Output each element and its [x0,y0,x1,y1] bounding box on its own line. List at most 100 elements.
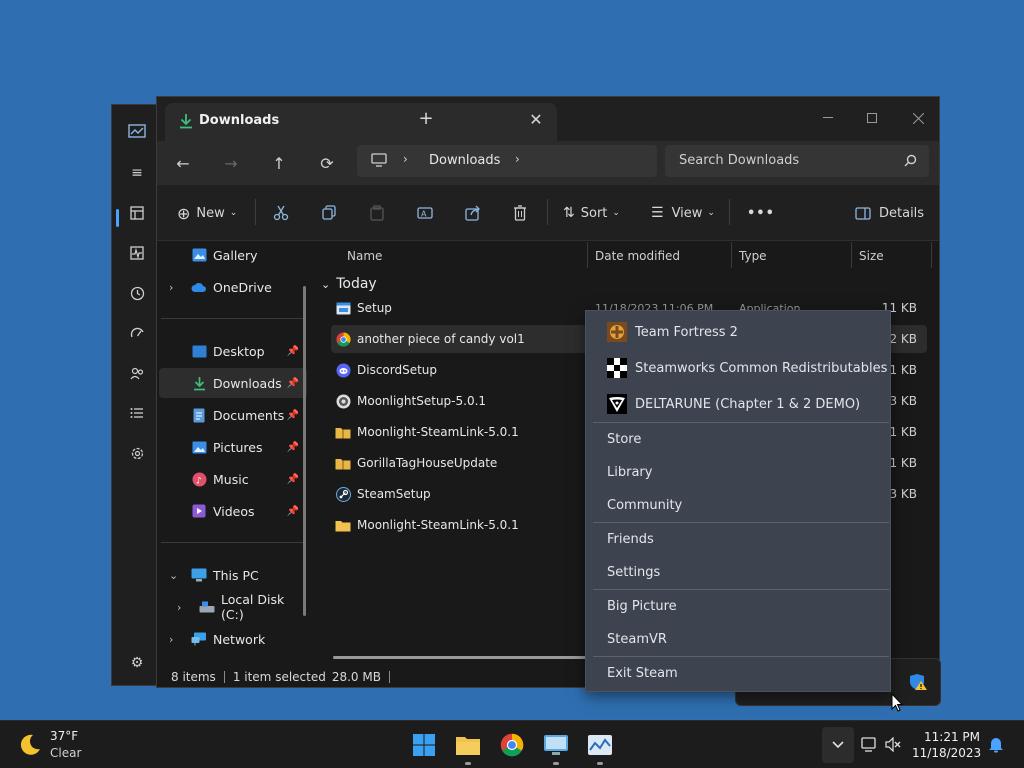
clock-widget[interactable]: 11:21 PM 11/18/2023 [912,721,984,768]
pin-icon[interactable]: 📌 [287,506,299,517]
menu-item-library[interactable]: Library [586,456,890,488]
group-header-today[interactable]: ⌄ Today [321,276,377,292]
paste-icon[interactable] [369,199,385,227]
search-input[interactable]: Search Downloads [665,145,929,177]
steam-icon [335,486,351,502]
column-header-type[interactable]: Type [739,242,767,270]
services-icon[interactable] [125,441,149,465]
chevron-right-icon[interactable]: › [515,152,520,166]
clock-date: 11/18/2023 [912,746,982,760]
chevron-right-icon[interactable]: › [403,152,408,166]
maximize-icon[interactable] [849,103,895,133]
address-bar[interactable]: › Downloads › [357,145,657,177]
hamburger-menu-icon[interactable]: ≡ [125,161,149,185]
sidebar-item-local-disk[interactable]: › Local Disk (C:) [159,592,307,622]
chevron-right-icon[interactable]: › [177,601,181,614]
computer-icon [191,567,207,583]
details-list-icon[interactable] [125,401,149,425]
delete-trash-icon[interactable] [513,199,527,227]
network-ethernet-icon[interactable] [861,737,878,752]
pin-icon[interactable]: 📌 [287,474,299,485]
copy-icon[interactable] [321,199,337,227]
pin-icon[interactable]: 📌 [287,442,299,453]
notification-bell-icon[interactable] [988,736,1004,753]
details-label: Details [879,205,925,221]
menu-item-community[interactable]: Community [586,489,890,521]
menu-item-steamvr[interactable]: SteamVR [586,623,890,655]
menu-item-friends[interactable]: Friends [586,523,890,555]
pin-icon[interactable]: 📌 [287,410,299,421]
column-header-date[interactable]: Date modified [595,242,680,270]
cut-icon[interactable] [273,199,289,227]
sidebar-item-documents[interactable]: Documents 📌 [159,400,307,430]
taskbar-chrome[interactable] [496,729,528,761]
sidebar-item-music[interactable]: ♪ Music 📌 [159,464,307,494]
pin-icon[interactable]: 📌 [287,346,299,357]
menu-item-team-fortress-2[interactable]: Team Fortress 2 [586,316,890,348]
sidebar-scrollbar[interactable] [303,286,306,616]
start-button[interactable] [408,729,440,761]
sidebar-item-downloads[interactable]: Downloads 📌 [159,368,307,398]
horizontal-scrollbar[interactable] [333,656,593,659]
menu-item-exit-steam[interactable]: Exit Steam [586,657,890,689]
column-divider[interactable] [851,242,852,268]
performance-icon[interactable] [125,241,149,265]
tray-overflow-chevron-icon[interactable] [822,727,854,763]
menu-item-big-picture[interactable]: Big Picture [586,590,890,622]
menu-item-steamworks[interactable]: Steamworks Common Redistributables [586,352,890,384]
tab-downloads[interactable]: Downloads ✕ [165,103,557,141]
column-header-size[interactable]: Size [859,242,884,270]
users-icon[interactable] [125,361,149,385]
up-arrow-icon[interactable]: ↑ [265,149,293,177]
toolbar-divider [255,199,256,225]
background-app-window[interactable]: ≡ ⚙ [111,104,161,686]
share-icon[interactable] [465,199,481,227]
processes-icon[interactable] [125,201,149,225]
more-options-icon[interactable]: ••• [747,199,775,227]
details-pane-button[interactable]: Details [855,199,924,227]
minimize-icon[interactable] [805,103,851,133]
chevron-right-icon[interactable]: › [169,281,173,294]
sidebar-item-network[interactable]: › Network [159,624,307,654]
taskbar-remote-desktop[interactable] [540,729,572,765]
column-header-name[interactable]: Name [347,242,382,270]
volume-muted-icon[interactable] [885,737,902,752]
pin-icon[interactable]: 📌 [287,378,299,389]
close-window-icon[interactable] [895,103,941,133]
forward-arrow-icon[interactable]: → [217,149,245,177]
new-tab-plus-icon[interactable]: + [415,109,437,131]
rename-icon[interactable]: A [417,199,433,227]
computer-icon [371,153,387,167]
weather-widget[interactable]: 37°F Clear [0,721,110,768]
chevron-right-icon[interactable]: › [169,633,173,646]
chevron-down-icon[interactable]: ⌄ [169,569,178,582]
menu-item-deltarune[interactable]: DELTARUNE (Chapter 1 & 2 DEMO) [586,388,890,420]
view-button[interactable]: ☰ View ⌄ [651,199,715,227]
column-divider[interactable] [587,242,588,268]
history-icon[interactable] [125,281,149,305]
sidebar-item-this-pc[interactable]: ⌄ This PC [159,560,307,590]
taskbar-file-explorer[interactable] [452,729,484,765]
startup-icon[interactable] [125,321,149,345]
running-indicator [597,762,603,765]
defender-warning-icon[interactable] [908,673,928,691]
sidebar-item-videos[interactable]: Videos 📌 [159,496,307,526]
column-divider[interactable] [731,242,732,268]
sidebar-item-onedrive[interactable]: › OneDrive [159,272,307,302]
taskbar-task-manager[interactable] [584,729,616,765]
menu-item-settings[interactable]: Settings [586,556,890,588]
menu-item-store[interactable]: Store [586,423,890,455]
breadcrumb-downloads[interactable]: Downloads [429,153,500,168]
sidebar-item-gallery[interactable]: Gallery [159,240,307,270]
sidebar-item-pictures[interactable]: Pictures 📌 [159,432,307,462]
column-divider[interactable] [931,242,932,268]
close-tab-icon[interactable]: ✕ [525,109,547,131]
navigation-pane: Gallery › OneDrive Desktop 📌 Downloads 📌… [157,242,309,674]
settings-gear-icon[interactable]: ⚙ [125,651,149,675]
back-arrow-icon[interactable]: ← [169,149,197,177]
sort-button[interactable]: ⇅ Sort ⌄ [563,199,620,227]
refresh-icon[interactable]: ⟳ [313,149,341,177]
status-divider [223,671,225,683]
new-button[interactable]: ⊕ New ⌄ [177,199,237,227]
sidebar-item-desktop[interactable]: Desktop 📌 [159,336,307,366]
